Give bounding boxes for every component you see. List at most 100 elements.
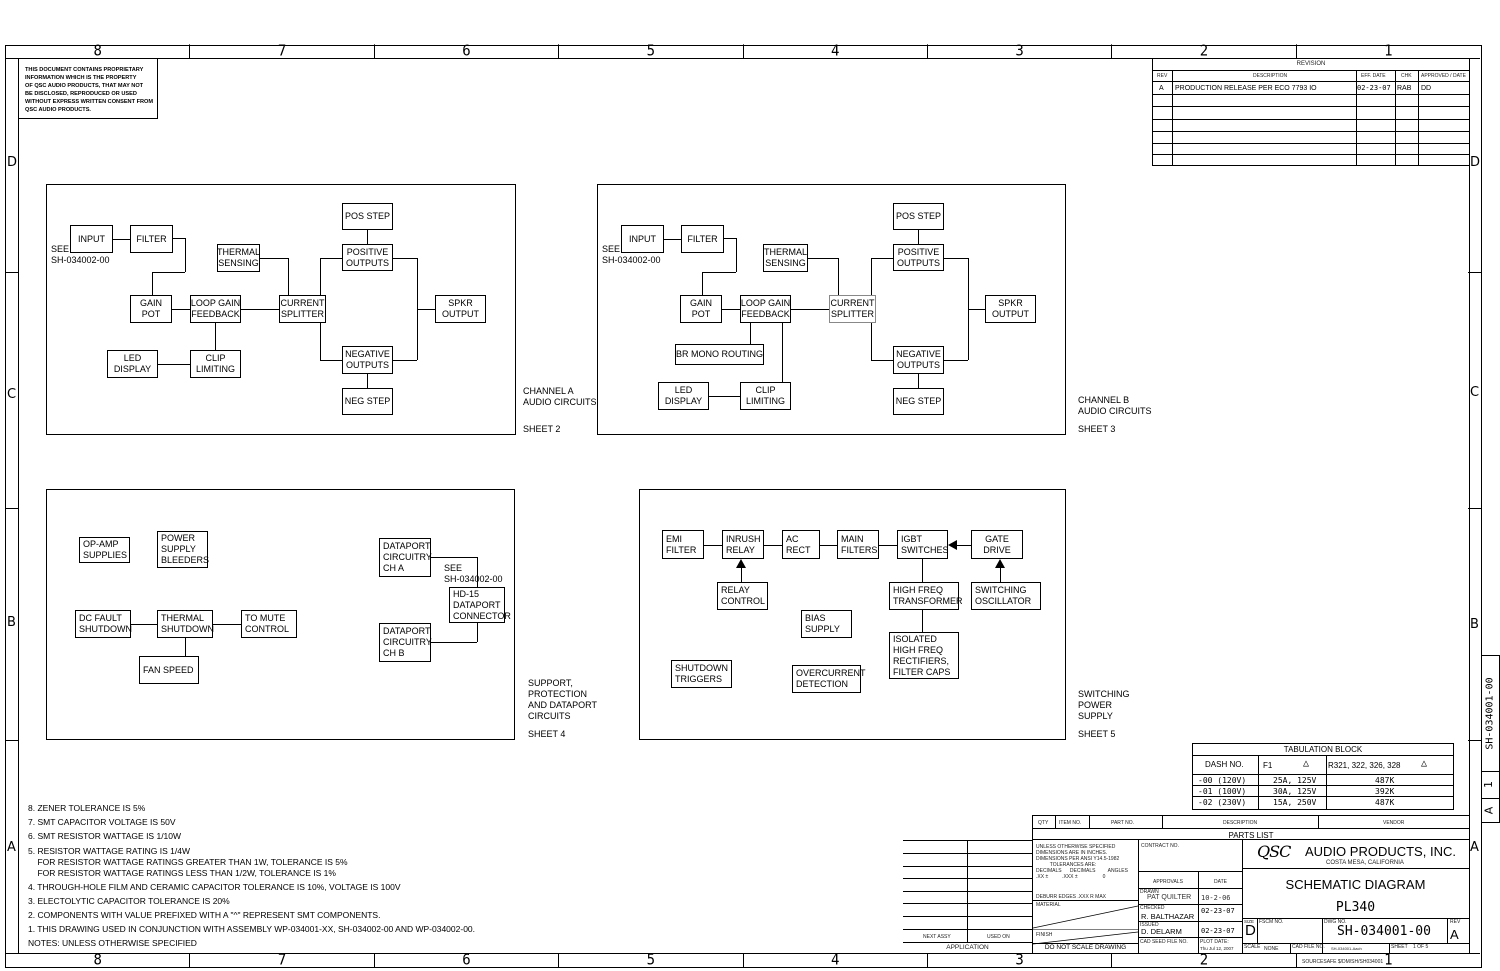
wire [764,545,782,546]
tab-row-f1: 30A, 125V [1273,787,1317,796]
notes-heading: NOTES: UNLESS OTHERWISE SPECIFIED [28,938,197,948]
tolerances-text: UNLESS OTHERWISE SPECIFIED DIMENSIONS AR… [1036,844,1128,880]
wire [288,258,289,295]
wire [431,557,477,558]
company-location: COSTA MESA, CALIFORNIA [1326,860,1404,866]
block-overcurrent-detection: OVERCURRENT DETECTION [792,665,866,693]
zone-col: 8 [6,43,191,59]
wire [185,638,186,656]
proprietary-notice: THIS DOCUMENT CONTAINS PROPRIETARY INFOR… [19,58,158,119]
revision-eff-date: 02-23-07 [1357,84,1391,92]
wire [213,624,241,625]
tab-header-resistors: R321, 322, 326, 328 [1328,761,1401,770]
block-gain-pot-a: GAIN POT [130,295,172,323]
block-negative-outputs-a: NEGATIVE OUTPUTS [342,346,393,374]
wire [367,230,368,244]
wire [704,545,722,546]
wire [922,610,923,632]
revision-approved: DD [1421,85,1432,92]
wire [957,545,971,546]
block-to-mute-control: TO MUTE CONTROL [241,610,297,638]
block-loop-gain-b: LOOP GAIN FEEDBACK [740,295,791,323]
wire [871,323,872,360]
tab-row-res: 487K [1375,798,1395,807]
checked-by: R. BALTHAZAR [1141,912,1195,921]
sheet-value: 1 OF 5 [1413,944,1429,950]
revision-block: REVISION REV DESCRIPTION EFF. DATE CHK A… [1152,58,1469,166]
note-item: 7. SMT CAPACITOR VOLTAGE IS 50V [28,817,176,827]
zone-columns-bottom: 8 7 6 5 4 3 2 1 [6,952,1480,968]
wire [431,642,477,643]
block-dc-fault-shutdown: DC FAULT SHUTDOWN [75,610,132,638]
wire [185,238,186,272]
zone-col: 5 [559,43,744,59]
revision-letter: A [1450,927,1459,942]
tab-header-dash: DASH NO. [1205,760,1244,769]
block-pos-step-b: POS STEP [893,203,944,230]
block-bias-supply: BIAS SUPPLY [801,610,852,638]
flag-triangle-icon: △ [1303,758,1310,769]
block-inrush-relay: INRUSH RELAY [722,530,764,559]
checked-label: CHECKED [1140,905,1165,911]
wire [1000,568,1001,582]
zone-columns-top: 8 7 6 5 4 3 2 1 [6,43,1480,59]
application-title: APPLICATION [946,944,989,951]
parts-header-item: ITEM NO. [1059,820,1082,826]
revision-header-eff-date: EFF. DATE [1361,73,1386,79]
block-input-b: INPUT [621,225,664,253]
block-loop-gain-a: LOOP GAIN FEEDBACK [190,295,241,323]
scale-label: SCALE [1244,944,1261,950]
block-neg-step-a: NEG STEP [342,388,393,415]
block-current-splitter-b: CURRENT SPLITTER [829,295,876,323]
block-power-supply-bleeders: POWER SUPPLY BLEEDERS [157,531,209,568]
block-isolated-rectifiers: ISOLATED HIGH FREQ RECTIFIERS, FILTER CA… [889,632,959,679]
block-thermal-shutdown: THERMAL SHUTDOWN [157,610,214,638]
wire [782,323,783,382]
wire [320,360,342,361]
zone-col: 7 [190,952,375,968]
wire [320,323,321,360]
block-thermal-sensing-b: THERMAL SENSING [763,244,808,272]
arrow-left-icon [948,540,957,550]
smps-caption: SWITCHING POWER SUPPLY [1078,689,1130,721]
wire [172,309,190,310]
zone-row-label: D [7,155,18,170]
block-relay-control: RELAY CONTROL [717,582,768,610]
zone-row-label: A [7,840,16,855]
application-block: NEXT ASSY USED ON APPLICATION [903,840,1032,954]
parts-list: QTY ITEM NO. PART NO. DESCRIPTION VENDOR… [1032,815,1469,840]
block-gate-drive: GATE DRIVE [971,530,1023,559]
wire [702,272,703,295]
material-diagonal [1033,905,1138,930]
wire [158,364,190,365]
wire [750,323,751,344]
scale-value: NONE [1264,946,1279,952]
wire [944,360,968,361]
block-positive-outputs-b: POSITIVE OUTPUTS [893,244,944,271]
wire [724,238,736,239]
tab-row-f1: 15A, 250V [1273,798,1317,807]
block-input-a: INPUT [70,225,113,253]
zone-col: 3 [928,952,1113,968]
next-assy-label: NEXT ASSY [923,934,951,940]
parts-header-part: PART NO. [1111,820,1135,826]
channel-a-caption: CHANNEL A AUDIO CIRCUITS [523,386,597,407]
zone-divider [1468,272,1481,273]
side-tab: SH-034001-00 1 A [1481,655,1500,823]
zone-divider [5,740,18,741]
parts-header-qty: QTY [1038,820,1049,826]
zone-col: 4 [744,952,928,968]
date-label: DATE [1214,879,1227,885]
sheet-label: SHEET [1391,944,1408,950]
fscm-label: FSCM NO. [1259,919,1284,925]
note-item: 5. RESISTOR WATTAGE RATING IS 1/4W [28,846,190,856]
wire [260,258,288,259]
zone-row-label: C [1470,385,1480,400]
parts-header-vendor: VENDOR [1383,820,1405,826]
wire [918,374,919,388]
wire [393,360,417,361]
wire [702,272,736,273]
wire [808,258,838,259]
channel-a-sheet: SHEET 2 [523,424,561,434]
revision-rev: A [1159,85,1164,92]
